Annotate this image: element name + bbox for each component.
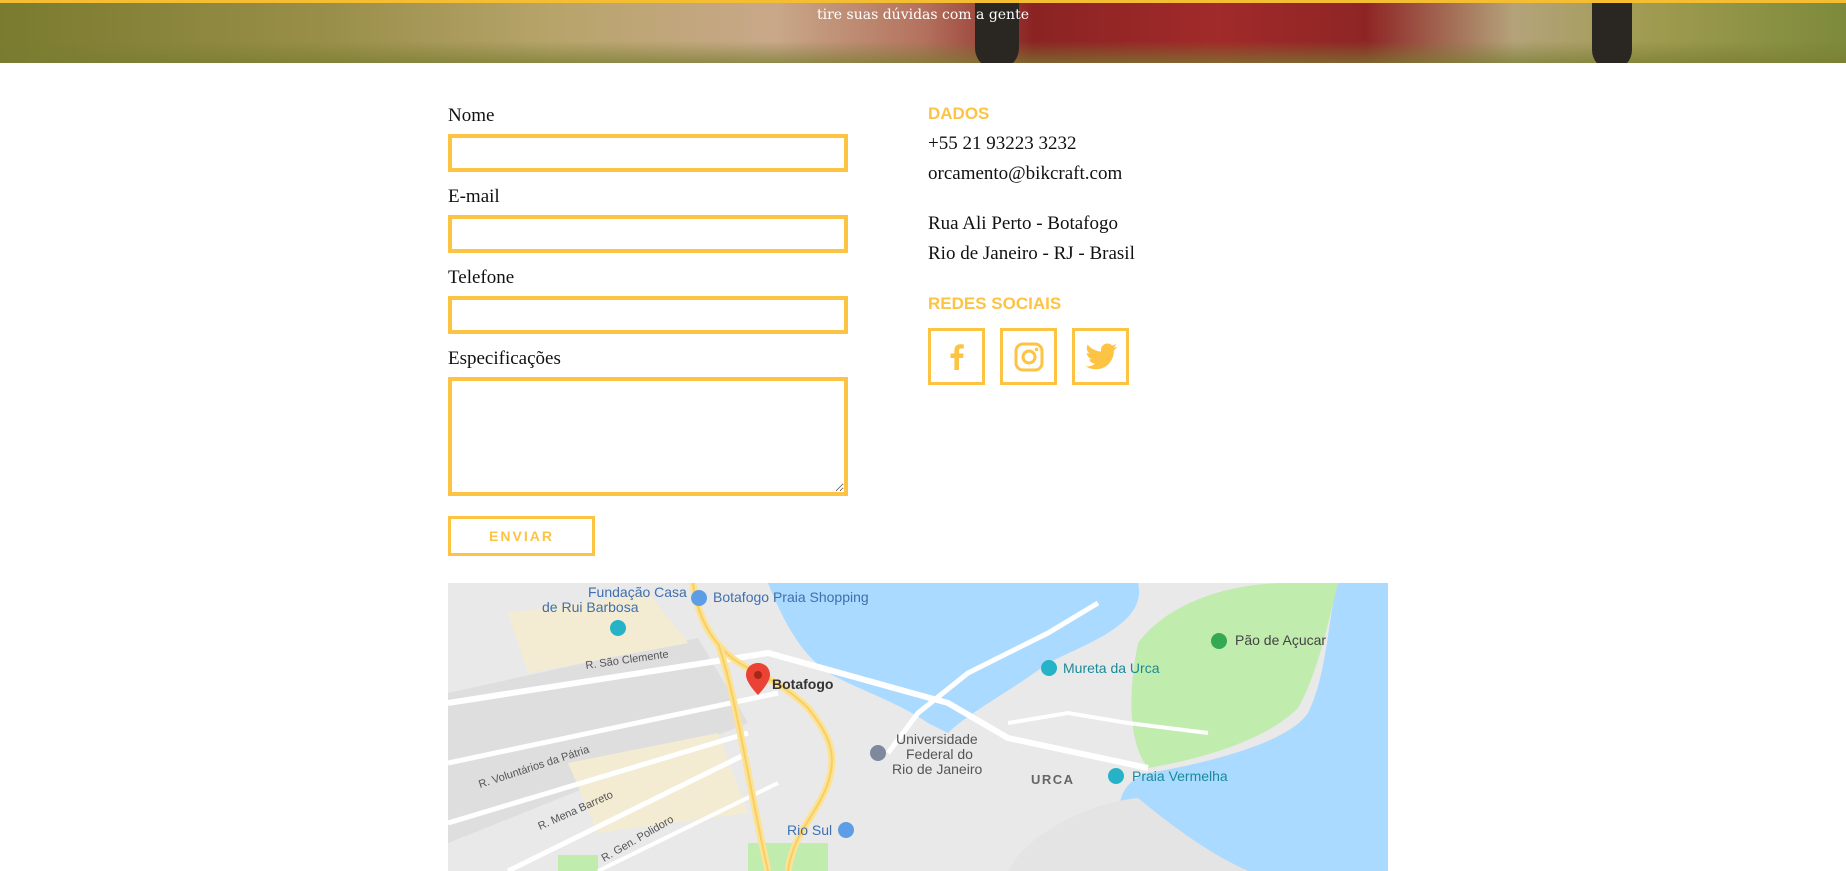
name-label: Nome: [448, 105, 495, 126]
map-label: Mureta da Urca: [1063, 660, 1160, 676]
instagram-link[interactable]: [1000, 328, 1057, 385]
social-heading: REDES SOCIAIS: [928, 294, 1062, 313]
shopping-pin-icon: [691, 590, 707, 606]
hero-subtitle: tire suas dúvidas com a gente: [817, 7, 1029, 23]
social-links: [928, 328, 1308, 385]
map-park: [558, 855, 598, 871]
beach-pin-icon: [1108, 768, 1124, 784]
contact-info: DADOS +55 21 93223 3232 orcamento@bikcra…: [928, 104, 1308, 385]
map-label: Botafogo: [772, 676, 833, 692]
email-label: E-mail: [448, 186, 500, 207]
location-map[interactable]: Fundação Casa de Rui Barbosa Botafogo Pr…: [448, 583, 1388, 871]
shopping-pin-icon: [838, 822, 854, 838]
send-button[interactable]: ENVIAR: [448, 516, 595, 556]
map-label: de Rui Barbosa: [542, 599, 639, 615]
instagram-icon: [1014, 342, 1043, 371]
map-label: Pão de Açucar: [1235, 632, 1326, 648]
contact-email: orcamento@bikcraft.com: [928, 163, 1123, 184]
twitter-link[interactable]: [1072, 328, 1129, 385]
facebook-icon: [950, 343, 964, 370]
email-input[interactable]: [448, 215, 848, 253]
university-pin-icon: [870, 745, 886, 761]
hero-top-border: [0, 0, 1846, 3]
location-marker-dot: [754, 671, 762, 679]
twitter-icon: [1085, 343, 1117, 369]
address-line-2: Rio de Janeiro - RJ - Brasil: [928, 243, 1135, 264]
phone-label: Telefone: [448, 267, 515, 288]
specs-label: Especificações: [448, 348, 561, 369]
map-label: URCA: [1031, 772, 1075, 787]
contact-address: Rua Ali Perto - Botafogo Rio de Janeiro …: [928, 209, 1308, 269]
contact-form: Nome E-mail Telefone Especificações ENVI…: [448, 104, 848, 556]
map-label: Universidade: [896, 731, 978, 747]
museum-pin-icon: [610, 620, 626, 636]
map-label: Rio de Janeiro: [892, 761, 982, 777]
map-label: Rio Sul: [787, 822, 832, 838]
contact-phone: +55 21 93223 3232: [928, 133, 1077, 154]
park-pin-icon: [1211, 633, 1227, 649]
specs-textarea[interactable]: [448, 377, 848, 496]
map-label: Botafogo Praia Shopping: [713, 589, 869, 605]
map-label: Fundação Casa: [588, 584, 687, 600]
phone-input[interactable]: [448, 296, 848, 334]
attraction-pin-icon: [1041, 660, 1057, 676]
hero-banner: tire suas dúvidas com a gente: [0, 0, 1846, 63]
name-input[interactable]: [448, 134, 848, 172]
address-line-1: Rua Ali Perto - Botafogo: [928, 213, 1118, 234]
contact-heading: DADOS: [928, 104, 990, 123]
facebook-link[interactable]: [928, 328, 985, 385]
map-label: Federal do: [906, 746, 973, 762]
map-label: Praia Vermelha: [1132, 768, 1228, 784]
